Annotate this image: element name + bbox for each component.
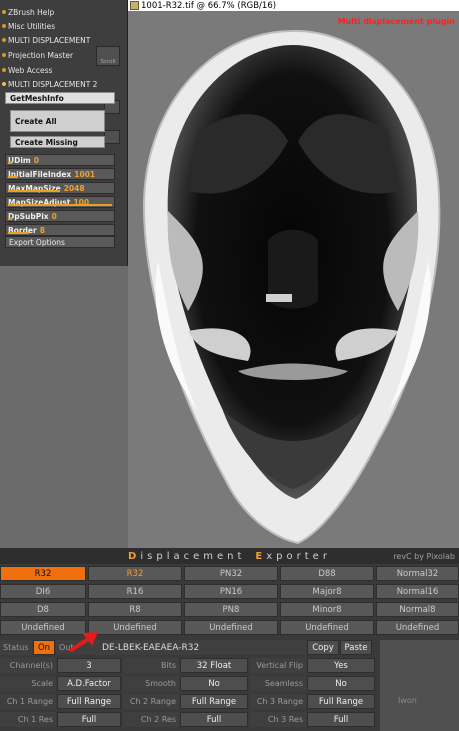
option-label: Ch 2 Res	[123, 712, 179, 727]
slider-initialfileindex[interactable]: InitialFileIndex 1001	[5, 168, 115, 180]
slider-knob[interactable]	[8, 218, 12, 220]
option-label: Ch 3 Range	[250, 694, 306, 709]
format-button-major8[interactable]: Major8	[280, 584, 374, 599]
slider-knob[interactable]	[8, 176, 19, 178]
option-value[interactable]: No	[307, 676, 375, 691]
slider-knob[interactable]	[8, 204, 112, 206]
format-button-r8[interactable]: R8	[88, 602, 182, 617]
format-button-r32[interactable]: R32	[88, 566, 182, 581]
status-toggle[interactable]: On	[33, 640, 55, 655]
menu-projection-master[interactable]: Projection Master	[0, 48, 92, 62]
title-accent-d: D	[128, 550, 141, 562]
menu-multi-displacement[interactable]: MULTI DISPLACEMENT	[0, 33, 92, 47]
slider-value: 2048	[63, 183, 85, 193]
slider-knob[interactable]	[8, 162, 12, 164]
format-button-d88[interactable]: D88	[280, 566, 374, 581]
format-button-r32[interactable]: R32	[0, 566, 86, 581]
status-label: Status	[0, 640, 32, 655]
option-label: Channel(s)	[0, 658, 56, 673]
format-button-undefined[interactable]: Undefined	[184, 620, 278, 635]
create-all-button[interactable]: Create All	[10, 110, 105, 132]
slider-value: 0	[33, 155, 39, 165]
image-title: 1001-R32.tif @ 66.7% (RGB/16)	[141, 0, 277, 11]
option-label: Ch 1 Res	[0, 712, 56, 727]
option-value[interactable]: Full Range	[180, 694, 248, 709]
side-button-2[interactable]	[104, 130, 120, 144]
option-label: Vertical Flip	[250, 658, 306, 673]
copy-button[interactable]: Copy	[307, 640, 339, 655]
slider-knob[interactable]	[8, 232, 29, 234]
format-button-pn32[interactable]: PN32	[184, 566, 278, 581]
slider-value: 1001	[74, 169, 96, 179]
slider-value: 0	[51, 211, 57, 221]
image-file-icon	[130, 1, 139, 10]
exporter-title: D isplacement E xporter	[0, 548, 459, 564]
title-accent-e: E	[255, 550, 267, 562]
slider-maxmapsize[interactable]: MaxMapSize 2048	[5, 182, 115, 194]
slider-value: 8	[39, 225, 45, 235]
option-label: Ch 3 Res	[250, 712, 306, 727]
format-button-normal16[interactable]: Normal16	[376, 584, 459, 599]
menu-zbrush-help[interactable]: ZBrush Help	[0, 5, 92, 19]
preview-pane-text: Iwon	[398, 696, 417, 705]
scroll-button[interactable]: Scroll	[96, 46, 120, 66]
option-label: Scale	[0, 676, 56, 691]
format-button-undefined[interactable]: Undefined	[88, 620, 182, 635]
format-button-minor8[interactable]: Minor8	[280, 602, 374, 617]
option-value[interactable]: Yes	[307, 658, 375, 673]
export-options-button[interactable]: Export Options	[5, 236, 115, 248]
option-value[interactable]: Full Range	[307, 694, 375, 709]
format-button-undefined[interactable]: Undefined	[376, 620, 459, 635]
slider-mapsizeadjust[interactable]: MapSizeAdjust 100	[5, 196, 115, 208]
option-value[interactable]: A.D.Factor	[57, 676, 121, 691]
option-label: Ch 2 Range	[123, 694, 179, 709]
slider-label: DpSubPix	[8, 211, 49, 221]
option-value[interactable]: No	[180, 676, 248, 691]
option-value[interactable]: Full	[307, 712, 375, 727]
slider-knob[interactable]	[8, 190, 60, 192]
option-value[interactable]: Full	[180, 712, 248, 727]
exporter-byline: revC by Pixolab	[393, 552, 455, 561]
option-value[interactable]: 3	[57, 658, 121, 673]
paste-button[interactable]: Paste	[340, 640, 372, 655]
format-button-pn16[interactable]: PN16	[184, 584, 278, 599]
displacement-exporter-panel: D isplacement E xporter revC by Pixolab …	[0, 548, 459, 731]
format-button-undefined[interactable]: Undefined	[280, 620, 374, 635]
format-button-r16[interactable]: R16	[88, 584, 182, 599]
format-button-normal32[interactable]: Normal32	[376, 566, 459, 581]
option-label: Ch 1 Range	[0, 694, 56, 709]
format-button-normal8[interactable]: Normal8	[376, 602, 459, 617]
zplugin-palette: ZBrush Help Misc Utilities MULTI DISPLAC…	[0, 0, 128, 266]
get-mesh-info-button[interactable]: GetMeshInfo	[5, 92, 115, 104]
option-label: Smooth	[123, 676, 179, 691]
format-button-d8[interactable]: D8	[0, 602, 86, 617]
option-value[interactable]: Full Range	[57, 694, 121, 709]
option-label: Seamless	[250, 676, 306, 691]
format-button-pn8[interactable]: PN8	[184, 602, 278, 617]
scroll-label: Scroll	[100, 59, 116, 65]
option-value[interactable]: 32 Float	[180, 658, 248, 673]
slider-udim[interactable]: UDim 0	[5, 154, 115, 166]
menu-misc-utilities[interactable]: Misc Utilities	[0, 19, 92, 33]
displacement-map	[142, 29, 441, 545]
slider-border[interactable]: Border 8	[5, 224, 115, 236]
option-value[interactable]: Full	[57, 712, 121, 727]
red-arrow-annotation	[68, 632, 98, 652]
menu-multi-displacement-2[interactable]: MULTI DISPLACEMENT 2	[0, 77, 125, 91]
create-missing-button[interactable]: Create Missing	[10, 136, 105, 148]
preview-pane: Iwon	[380, 640, 459, 731]
title-isplacement: isplacement	[140, 550, 246, 562]
export-code-field[interactable]: DE-LBEK-EAEAEA-R32	[98, 640, 306, 655]
title-xporter: xporter	[266, 550, 331, 562]
menu-web-access[interactable]: Web Access	[0, 63, 92, 77]
format-button-di6[interactable]: DI6	[0, 584, 86, 599]
option-label: Bits	[123, 658, 179, 673]
slider-dpsubpix[interactable]: DpSubPix 0	[5, 210, 115, 222]
image-window: 1001-R32.tif @ 66.7% (RGB/16) Multi disp…	[128, 0, 459, 548]
image-titlebar[interactable]: 1001-R32.tif @ 66.7% (RGB/16)	[128, 0, 459, 11]
